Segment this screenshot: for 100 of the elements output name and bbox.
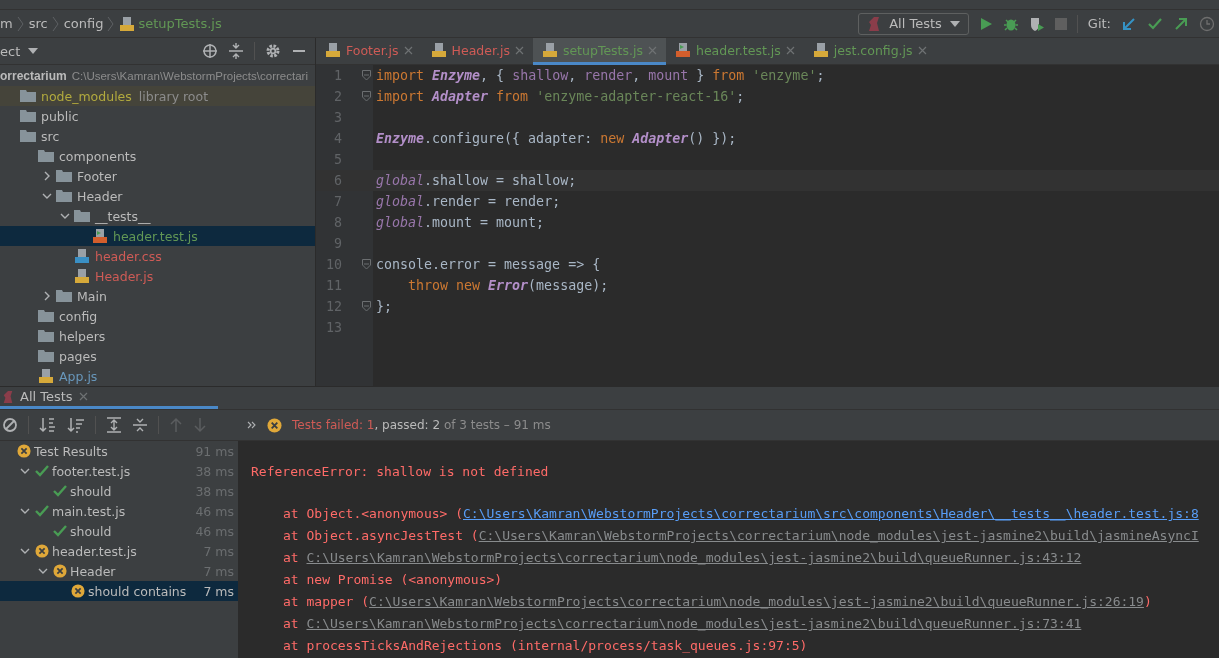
tree-item[interactable]: Header	[0, 186, 315, 206]
tree-item[interactable]: App.js	[0, 366, 315, 386]
tree-item[interactable]: node_modules library root	[0, 86, 315, 106]
test-item[interactable]: should contains 7 ms	[0, 581, 238, 601]
push-icon[interactable]	[1173, 15, 1189, 32]
fold-icon[interactable]	[362, 91, 371, 102]
error-message: ReferenceError: shallow is not defined	[251, 463, 550, 481]
chevron-icon	[107, 15, 116, 32]
file-icon	[92, 228, 108, 244]
chevron-icon[interactable]	[20, 466, 30, 476]
file-link[interactable]: C:\Users\Kamran\WebstormProjects\correctarium\node_modules\jest-jasmine2\build\queueRunner.js:26:19	[369, 594, 1144, 609]
chevron-icon[interactable]	[42, 171, 52, 181]
file-icon	[325, 42, 341, 58]
tree-item[interactable]: config	[0, 306, 315, 326]
folder-icon	[20, 89, 36, 103]
code-line: global.mount = mount;	[375, 215, 545, 230]
more-icon[interactable]	[247, 421, 257, 429]
coverage-icon[interactable]	[1028, 15, 1045, 32]
tree-item[interactable]: orrectarium C:\Users\Kamran\WebstormProjects\correctari	[0, 66, 315, 86]
tree-item[interactable]: __tests__	[0, 206, 315, 226]
tree-item[interactable]: src	[0, 126, 315, 146]
editor-tab[interactable]: jest.config.js	[803, 38, 936, 65]
folder-icon	[38, 329, 54, 343]
caret-icon	[949, 20, 960, 27]
file-icon	[74, 248, 90, 264]
sort-alphabetical-icon[interactable]	[39, 417, 57, 433]
chevron-icon	[51, 15, 60, 32]
folder-icon	[74, 209, 90, 223]
crosshair-icon[interactable]	[202, 43, 218, 59]
failed-icon	[267, 417, 282, 433]
run-icon[interactable]	[978, 16, 993, 31]
expand-all-icon[interactable]	[106, 417, 122, 433]
folder-icon	[38, 309, 54, 323]
chevron-icon[interactable]	[20, 506, 30, 516]
sort-duration-icon[interactable]	[67, 417, 85, 433]
stack-trace-line: at processTicksAndRejections (internal/process/task_queues.js:97:5)	[283, 637, 808, 655]
jest-icon	[867, 15, 882, 32]
code-line: global.shallow = shallow;	[375, 173, 577, 188]
code-line: import Enzyme, { shallow, render, mount } from 'enzyme';	[375, 68, 825, 83]
file-icon	[38, 368, 54, 384]
collapse-all-icon[interactable]	[228, 43, 244, 59]
collapse-all-icon[interactable]	[132, 417, 148, 433]
stack-trace-line: at new Promise (<anonymous>)	[283, 571, 503, 589]
chevron-icon[interactable]	[38, 566, 48, 576]
file-icon	[119, 15, 136, 32]
git-label: Git:	[1087, 16, 1111, 31]
cancel-icon[interactable]	[2, 417, 18, 433]
tree-item[interactable]: Footer	[0, 166, 315, 186]
file-icon	[74, 268, 90, 284]
editor-tab[interactable]: header.test.js	[666, 38, 804, 65]
tree-item[interactable]: public	[0, 106, 315, 126]
breadcrumb[interactable]: setupTests.js	[119, 15, 222, 32]
tree-item[interactable]: components	[0, 146, 315, 166]
update-icon[interactable]	[1121, 15, 1137, 32]
tree-item[interactable]: header.test.js	[0, 226, 315, 246]
settings-icon[interactable]	[265, 43, 281, 59]
code-line: import Adapter from 'enzyme-adapter-react-16';	[375, 89, 745, 104]
duration-label: 7 ms	[203, 583, 234, 599]
project-view-dropdown[interactable]: ect	[0, 43, 39, 59]
fold-icon[interactable]	[362, 301, 371, 312]
code-line: console.error = message => {	[375, 257, 601, 272]
chevron-icon[interactable]	[42, 291, 52, 301]
tree-item[interactable]: Main	[0, 286, 315, 306]
folder-icon	[56, 189, 72, 203]
file-link[interactable]: C:\Users\Kamran\WebstormProjects\correctarium\src\components\Header\__tests__\header.test.js:8	[463, 506, 1199, 521]
chevron-icon	[16, 15, 25, 32]
stack-trace-line: at Object.<anonymous> (C:\Users\Kamran\WebstormProjects\correctarium\src\components\Header\__tests__\header.test.js:8	[283, 505, 1199, 523]
folder-icon	[56, 289, 72, 303]
file-icon	[541, 42, 558, 58]
fold-icon[interactable]	[362, 259, 371, 270]
stack-trace-line: at C:\Users\Kamran\WebstormProjects\correctarium\node_modules\jest-jasmine2\build\queueRunner.js:43:12	[283, 549, 1082, 567]
jest-icon	[2, 389, 14, 404]
code-line: };	[375, 299, 392, 314]
stack-trace-line: at C:\Users\Kamran\WebstormProjects\correctarium\node_modules\jest-jasmine2\build\queueRunner.js:73:41	[283, 615, 1082, 633]
folder-icon	[20, 109, 36, 123]
folder-icon	[38, 149, 54, 163]
file-icon	[675, 42, 691, 58]
tree-item[interactable]: pages	[0, 346, 315, 366]
code-line: Enzyme.configure({ adapter: new Adapter() });	[375, 131, 737, 146]
file-link[interactable]: C:\Users\Kamran\WebstormProjects\correctarium\node_modules\jest-jasmine2\build\queueRunner.js:73:41	[306, 616, 1082, 631]
chevron-icon[interactable]	[20, 546, 30, 556]
stack-trace-line: at mapper (C:\Users\Kamran\WebstormProjects\correctarium\node_modules\jest-jasmine2\build\queueRunner.js:26:19)	[283, 593, 1152, 611]
breadcrumb[interactable]: src	[28, 16, 48, 31]
folder-icon	[20, 129, 36, 143]
breadcrumb[interactable]: config	[63, 16, 104, 31]
tree-item[interactable]: helpers	[0, 326, 315, 346]
run-tab[interactable]: All Tests	[0, 387, 218, 409]
file-link[interactable]: C:\Users\Kamran\WebstormProjects\correctarium\node_modules\jest-jasmine2\build\jasmineAsyncI	[478, 528, 1199, 543]
chevron-icon[interactable]	[60, 211, 70, 221]
code-line: global.render = render;	[375, 194, 561, 209]
file-icon	[430, 42, 447, 58]
stack-trace-line: at Object.asyncJestTest (C:\Users\Kamran\WebstormProjects\correctarium\node_modules\jest-jasmine2\build\jasmineAsyncI	[283, 527, 1199, 545]
run-configuration-dropdown[interactable]: All Tests	[858, 12, 969, 35]
breadcrumb[interactable]: m	[0, 16, 13, 31]
code-line: throw new Error(message);	[407, 278, 609, 293]
file-icon	[812, 42, 829, 58]
fold-icon[interactable]	[362, 70, 371, 81]
chevron-icon[interactable]	[42, 191, 52, 201]
file-link[interactable]: C:\Users\Kamran\WebstormProjects\correctarium\node_modules\jest-jasmine2\build\queueRunner.js:43:12	[306, 550, 1082, 565]
folder-icon	[38, 349, 54, 363]
